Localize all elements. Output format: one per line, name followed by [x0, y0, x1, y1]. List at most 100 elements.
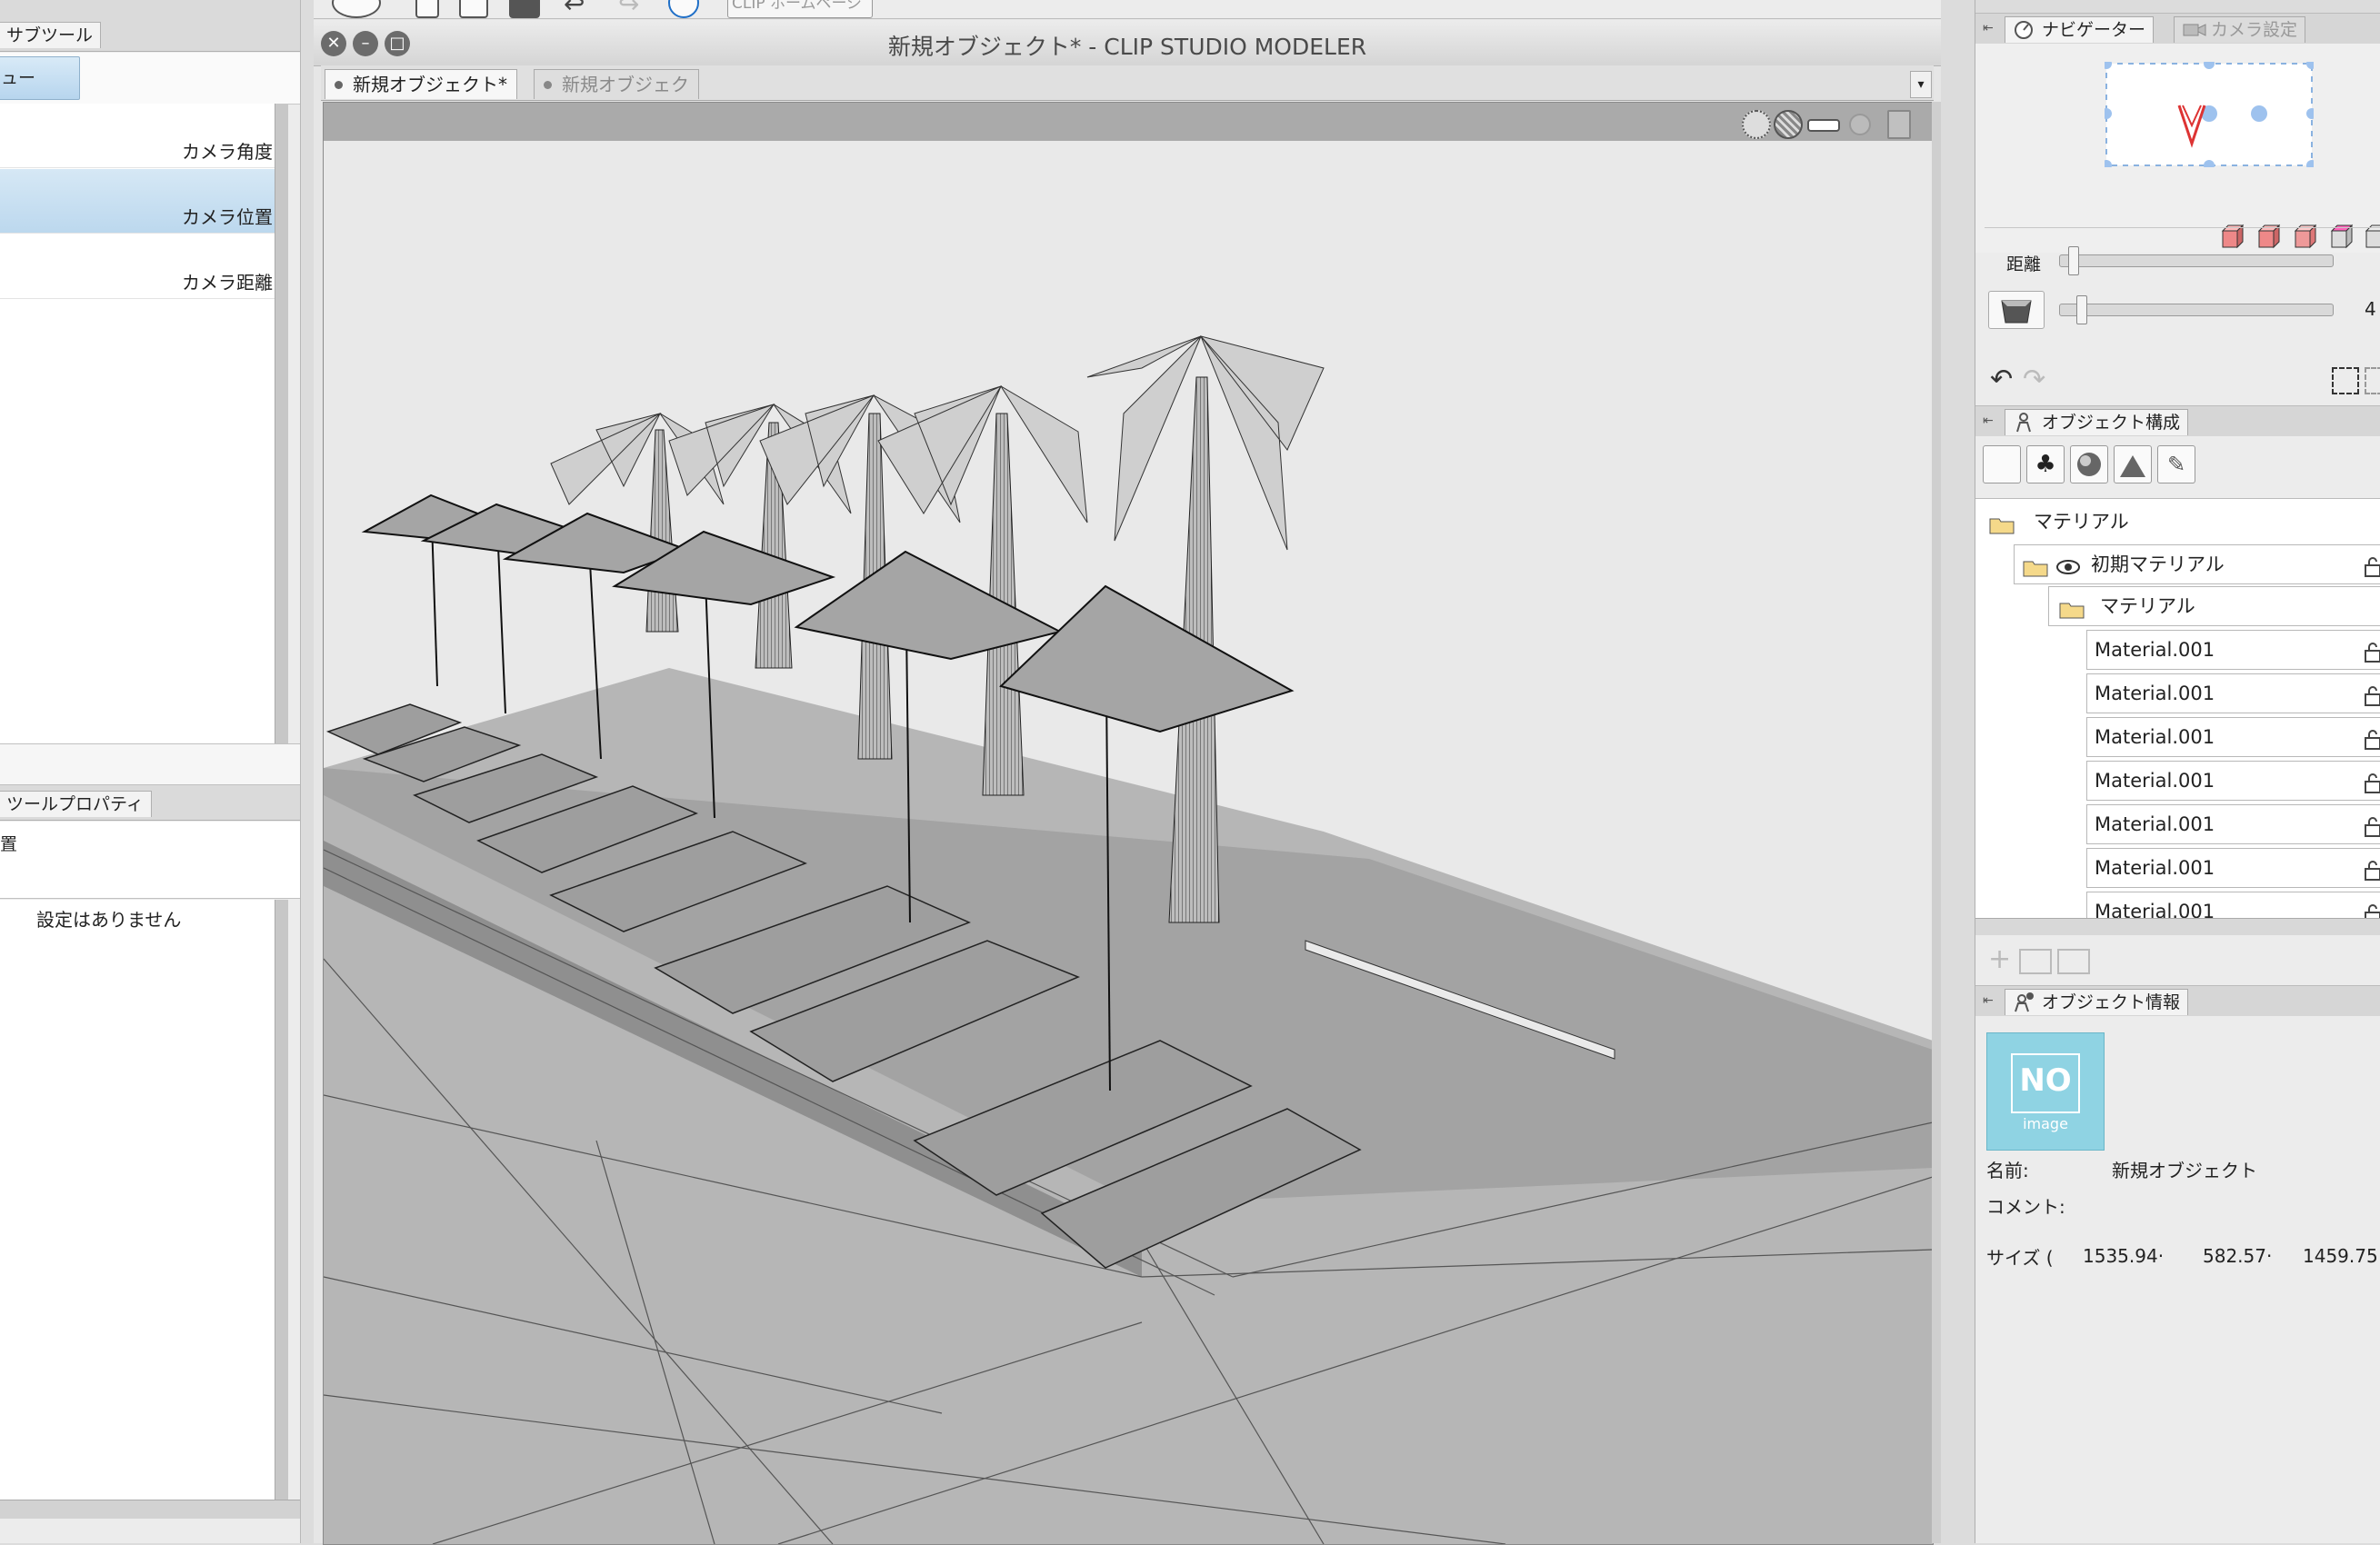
- bone-display-icon[interactable]: [1807, 119, 1840, 132]
- right-top-strip: [1975, 0, 2380, 14]
- undo-icon[interactable]: ↩: [564, 0, 591, 18]
- brush-mode-icon[interactable]: ✎: [2157, 445, 2195, 483]
- material-mode-icon[interactable]: [2070, 445, 2108, 483]
- tab-label: オブジェクト構成: [2042, 413, 2181, 433]
- tab-object-structure[interactable]: オブジェクト構成: [2005, 409, 2189, 435]
- tabs-dropdown-button[interactable]: ▾: [1910, 71, 1932, 98]
- structure-hscrollbar[interactable]: [1975, 918, 2380, 935]
- no-image-text: NO: [2011, 1053, 2080, 1113]
- viewport-scrollbar[interactable]: [1932, 102, 1941, 1543]
- tree-row-material-root[interactable]: マテリアル: [1979, 503, 2380, 541]
- title-bar: ✕ – □ 新規オブジェクト* - CLIP STUDIO MODELER: [314, 20, 1941, 66]
- save-icon[interactable]: [509, 0, 540, 18]
- 3d-viewport[interactable]: [323, 102, 1934, 1545]
- tree-label: Material.001: [2095, 857, 2215, 879]
- slider-knob[interactable]: [2076, 295, 2087, 324]
- subtool-group-bar: ュー: [0, 53, 300, 105]
- tree-row-material-item[interactable]: Material.001: [2086, 804, 2380, 844]
- slider-knob[interactable]: [2068, 246, 2079, 275]
- undo-camera-icon[interactable]: ↶: [1990, 364, 2013, 395]
- distance-slider[interactable]: [2059, 246, 2334, 275]
- view-front-icon[interactable]: [2219, 222, 2246, 249]
- subtool-label: カメラ位置: [182, 206, 273, 228]
- tab-object-info[interactable]: オブジェクト情報: [2005, 989, 2189, 1015]
- shading-icon[interactable]: [1849, 114, 1871, 135]
- tree-row-material-item[interactable]: Material.001: [2086, 892, 2380, 919]
- lock-icon[interactable]: [2364, 900, 2380, 918]
- object-structure-header: ⇤ オブジェクト構成: [1975, 405, 2380, 438]
- lock-icon[interactable]: [2364, 769, 2380, 793]
- tree-label: Material.001: [2095, 813, 2215, 835]
- redo-icon[interactable]: ↪: [618, 0, 645, 18]
- add-icon[interactable]: +: [1988, 943, 2011, 975]
- wireframe-display-icon[interactable]: [1774, 110, 1803, 139]
- left-top-strip: [0, 0, 300, 19]
- object-thumbnail: NO image: [1986, 1032, 2105, 1151]
- lock-icon[interactable]: [2364, 553, 2380, 577]
- subtool-camera-distance[interactable]: カメラ距離: [0, 234, 275, 299]
- box-view-button[interactable]: [1988, 291, 2045, 329]
- view-left-icon[interactable]: [2292, 222, 2319, 249]
- tree-row-material-item[interactable]: Material.001: [2086, 673, 2380, 713]
- tab-camera-settings[interactable]: カメラ設定: [2174, 16, 2306, 43]
- divider: [1985, 227, 2380, 228]
- toolprop-scrollbar[interactable]: [275, 900, 288, 1500]
- redo-camera-icon[interactable]: ↷: [2023, 364, 2045, 395]
- tree-mode-icon[interactable]: ♣: [2026, 445, 2065, 483]
- view-right-icon[interactable]: [2328, 222, 2355, 249]
- zoom-slider[interactable]: [2059, 295, 2334, 324]
- tree-row-initial-material[interactable]: 初期マテリアル: [2014, 544, 2380, 584]
- doc-tab-label: 新規オブジェク: [562, 74, 689, 95]
- scene-render: [324, 141, 1933, 1544]
- structure-mode-bar: ♣ ✎: [1975, 436, 2380, 491]
- document-tabs: 新規オブジェクト* 新規オブジェク ▾: [321, 65, 1934, 101]
- view-back-icon[interactable]: [2255, 222, 2283, 249]
- toolprop-footer: [0, 1500, 300, 1519]
- lock-icon[interactable]: [2364, 812, 2380, 837]
- eye-icon[interactable]: [2055, 553, 2082, 574]
- lock-icon[interactable]: [2364, 682, 2380, 706]
- panel-collapse-icon[interactable]: ⇤: [1983, 992, 1999, 1009]
- clip-logo-icon[interactable]: [332, 0, 381, 18]
- tab-tool-property[interactable]: ツールプロパティ: [0, 791, 152, 817]
- open-file-icon[interactable]: [459, 0, 488, 18]
- tab-subtool[interactable]: サブツール: [0, 22, 102, 48]
- subtool-group-button[interactable]: ュー: [0, 56, 80, 100]
- homepage-button[interactable]: CLIP ホームページ: [727, 0, 873, 18]
- fit-view-icon[interactable]: [2332, 367, 2359, 394]
- doc-tab-active[interactable]: 新規オブジェクト*: [325, 69, 517, 99]
- tree-row-material-item[interactable]: Material.001: [2086, 717, 2380, 757]
- lock-icon[interactable]: [2364, 856, 2380, 881]
- panel-collapse-icon[interactable]: ⇤: [1983, 20, 1999, 36]
- lock-icon[interactable]: [2364, 725, 2380, 750]
- tree-label: Material.001: [2095, 639, 2215, 661]
- points-display-icon[interactable]: [1742, 110, 1771, 139]
- subtool-footer: [0, 743, 300, 785]
- panel-toggle-icon[interactable]: [1887, 110, 1911, 139]
- clip-studio-icon[interactable]: [668, 0, 699, 18]
- navigator-preview[interactable]: [2105, 62, 2314, 167]
- object-info-header: ⇤ オブジェクト情報: [1975, 985, 2380, 1018]
- navigator-body: [1975, 44, 2380, 253]
- distance-label: 距離: [2006, 254, 2042, 274]
- toolprop-body: 設定はありません: [0, 900, 275, 1500]
- doc-tab-second[interactable]: 新規オブジェク: [534, 69, 699, 99]
- tree-row-material-item[interactable]: Material.001: [2086, 630, 2380, 670]
- panel-collapse-icon[interactable]: ⇤: [1983, 413, 1999, 429]
- fit-selection-icon[interactable]: [2365, 367, 2380, 394]
- subtool-scrollbar[interactable]: [275, 104, 288, 743]
- tab-navigator[interactable]: ナビゲーター: [2005, 16, 2155, 43]
- scene-mode-icon[interactable]: [1983, 445, 2021, 483]
- subtool-camera-position[interactable]: カメラ位置: [0, 169, 275, 234]
- tree-row-material-item[interactable]: Material.001: [2086, 848, 2380, 888]
- tree-row-material-folder[interactable]: マテリアル: [2048, 586, 2380, 626]
- new-file-icon[interactable]: [415, 0, 439, 18]
- subtool-camera-angle[interactable]: カメラ角度: [0, 104, 275, 168]
- view-top-icon[interactable]: [2363, 222, 2380, 249]
- duplicate-folder-icon[interactable]: [2057, 949, 2090, 974]
- lock-icon[interactable]: [2364, 638, 2380, 663]
- new-folder-icon[interactable]: [2019, 949, 2052, 974]
- tree-row-material-item[interactable]: Material.001: [2086, 761, 2380, 801]
- bone-mode-icon[interactable]: [2114, 445, 2152, 483]
- main-toolbar: ↩ ↪ CLIP ホームページ: [314, 0, 1941, 19]
